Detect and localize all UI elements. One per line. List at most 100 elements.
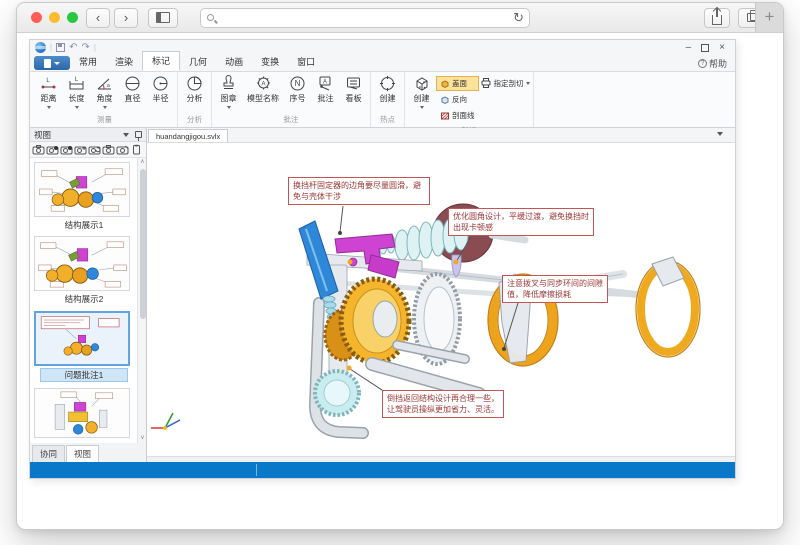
view-thumbnail — [34, 236, 130, 291]
model-name-button[interactable]: A 模型名称 — [243, 73, 283, 104]
angle-button[interactable]: a 角度 — [91, 73, 118, 109]
svg-text:a: a — [107, 83, 110, 89]
stamp-button[interactable]: 图章 — [215, 73, 242, 109]
save-icon[interactable] — [56, 43, 65, 52]
close-window-button[interactable] — [31, 12, 42, 23]
help-button[interactable]: ? 帮助 — [698, 57, 727, 70]
section-options: 盖面 反向 剖面线 — [436, 73, 479, 123]
views-panel: 视图 — [30, 128, 147, 462]
sidebar-toggle-button[interactable] — [148, 8, 178, 28]
distance-button[interactable]: L 距离 — [35, 73, 62, 109]
radius-button[interactable]: 半径 — [147, 73, 174, 104]
redo-button[interactable]: ↷ — [81, 43, 89, 53]
zoom-window-button[interactable] — [67, 12, 78, 23]
section-line-toggle[interactable]: 剖面线 — [436, 108, 479, 123]
new-tab-button[interactable]: + — [755, 3, 783, 32]
traffic-lights — [31, 12, 78, 23]
angle-icon: a — [96, 75, 113, 92]
tab-animation[interactable]: 动画 — [216, 53, 252, 71]
tab-collaboration[interactable]: 协同 — [32, 445, 65, 462]
length-button[interactable]: L 长度 — [63, 73, 90, 109]
document-tab-bar: huandangjigou.svlx — [147, 128, 735, 143]
tab-markup[interactable]: 标记 — [142, 51, 180, 71]
back-button[interactable]: ‹ — [86, 8, 110, 28]
forward-button[interactable]: › — [114, 8, 138, 28]
camera-delete-icon[interactable] — [116, 144, 129, 155]
board-button[interactable]: 看板 — [340, 73, 367, 104]
pin-icon[interactable] — [135, 131, 142, 138]
view-item-structure2[interactable]: 结构展示2 — [34, 236, 134, 305]
paste-view-icon[interactable] — [130, 144, 143, 155]
specify-section-icon — [480, 77, 492, 89]
tab-common[interactable]: 常用 — [70, 53, 106, 71]
address-search-field[interactable]: ↻ — [200, 8, 530, 28]
panel-dropdown-icon[interactable] — [123, 133, 129, 137]
svg-text:L: L — [46, 78, 50, 84]
app-maximize-button[interactable] — [701, 44, 709, 52]
group-label-measure: 测量 — [35, 112, 174, 127]
tab-render[interactable]: 渲染 — [106, 53, 142, 71]
board-icon — [345, 75, 362, 92]
share-button[interactable] — [704, 8, 730, 28]
tab-views[interactable]: 视图 — [66, 445, 99, 462]
specify-section-button[interactable]: 指定剖切 — [480, 73, 530, 89]
stamp-icon — [220, 75, 237, 92]
chevron-down-icon — [227, 106, 231, 109]
cap-face-icon — [440, 79, 450, 89]
help-icon: ? — [698, 59, 707, 68]
analyze-icon — [186, 75, 203, 92]
cap-face-toggle[interactable]: 盖面 — [436, 76, 479, 91]
app-close-button[interactable]: × — [719, 42, 725, 54]
help-label: 帮助 — [709, 57, 727, 70]
cad-app-window: | ↶ ↷ | – × 常用 渲染 标记 几何 动画 变换 窗口 — [29, 39, 736, 479]
chevron-down-icon — [54, 62, 60, 65]
file-menu-button[interactable] — [34, 56, 70, 70]
minimize-window-button[interactable] — [49, 12, 60, 23]
serial-number-label: 序号 — [290, 93, 306, 104]
hotspot-create-icon — [379, 75, 396, 92]
serial-number-button[interactable]: N 序号 — [284, 73, 311, 104]
scrollbar-thumb[interactable] — [140, 169, 146, 319]
view-label: 结构展示2 — [34, 293, 134, 305]
view-thumbnail — [34, 388, 130, 438]
update-view-icon[interactable] — [60, 144, 73, 155]
hotspot-create-button[interactable]: 创建 — [374, 73, 401, 104]
model-canvas[interactable]: 换挡杆固定器的边角要尽量圆滑，避免与壳体干涉 优化圆角设计，平缓过渡，避免换挡时… — [147, 143, 735, 456]
callout-reverse-structure[interactable]: 倒挡返回结构设计再合理一些，让驾驶员操纵更加省力、灵活。 — [382, 390, 504, 418]
annotate-button[interactable]: A 批注 — [312, 73, 339, 104]
axis-triad-icon — [151, 413, 180, 430]
scroll-down-icon[interactable]: ∨ — [138, 434, 146, 443]
angle-label: 角度 — [97, 93, 113, 104]
callout-fork-clearance[interactable]: 注意拨叉与同步环间的间隙值，降低摩擦损耗 — [502, 275, 608, 303]
capture-annotated-view-icon[interactable] — [46, 144, 59, 155]
undo-button[interactable]: ↶ — [69, 43, 77, 53]
tab-transform[interactable]: 变换 — [252, 53, 288, 71]
tab-list-icon[interactable] — [717, 132, 723, 136]
view-item-structure1[interactable]: 结构展示1 — [34, 162, 134, 231]
app-minimize-button[interactable]: – — [686, 42, 692, 54]
section-create-button[interactable]: 创建 — [408, 73, 435, 109]
analyze-button[interactable]: 分析 — [181, 73, 208, 104]
camera-up-icon[interactable] — [74, 144, 87, 155]
scroll-up-icon[interactable]: ∧ — [138, 158, 146, 167]
camera-play-icon[interactable] — [102, 144, 115, 155]
diameter-button[interactable]: 直径 — [119, 73, 146, 104]
tab-window[interactable]: 窗口 — [288, 53, 324, 71]
distance-label: 距离 — [41, 93, 57, 104]
reload-button[interactable]: ↻ — [513, 10, 524, 26]
stamp-label: 图章 — [221, 93, 237, 104]
capture-view-icon[interactable] — [32, 144, 45, 155]
view-item-4[interactable] — [34, 388, 134, 438]
tab-geometry[interactable]: 几何 — [180, 53, 216, 71]
search-icon — [207, 14, 214, 21]
reverse-toggle[interactable]: 反向 — [436, 92, 479, 107]
length-label: 长度 — [69, 93, 85, 104]
ribbon-group-annotation: 图章 A 模型名称 N 序号 A 批注 — [212, 72, 371, 127]
callout-shift-lever[interactable]: 换挡杆固定器的边角要尽量圆滑，避免与壳体干涉 — [288, 177, 430, 205]
document-tab[interactable]: huandangjigou.svlx — [148, 129, 228, 142]
section-create-label: 创建 — [414, 93, 430, 104]
views-scrollbar[interactable]: ∧ ∨ — [137, 158, 146, 443]
camera-refresh-icon[interactable] — [88, 144, 101, 155]
view-item-annotation1[interactable]: 问题批注1 — [34, 311, 134, 382]
callout-fillet-design[interactable]: 优化圆角设计，平缓过渡，避免换挡时出现卡顿感 — [448, 208, 594, 236]
